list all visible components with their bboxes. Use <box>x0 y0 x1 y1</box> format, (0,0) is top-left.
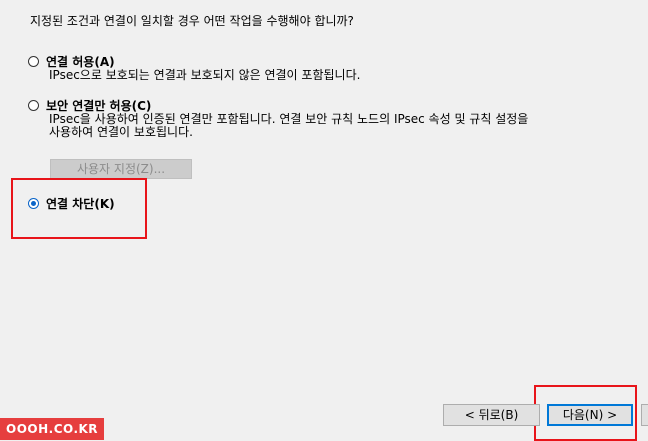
radio-allow-secure-only[interactable] <box>28 100 39 111</box>
wizard-question: 지정된 조건과 연결이 일치할 경우 어떤 작업을 수행해야 합니까? <box>30 14 354 28</box>
annotation-highlight-block-option <box>11 178 147 239</box>
next-button[interactable]: 다음(N) > <box>547 404 633 426</box>
partial-button[interactable] <box>641 404 648 426</box>
radio-allow-connection[interactable] <box>28 56 39 67</box>
option-allow-connection-description: IPsec으로 보호되는 연결과 보호되지 않은 연결이 포함됩니다. <box>49 68 361 82</box>
option-allow-secure-only-description-line2: 사용하여 연결이 보호됩니다. <box>49 125 193 139</box>
customize-button[interactable]: 사용자 지정(Z)... <box>50 159 192 179</box>
back-button[interactable]: < 뒤로(B) <box>443 404 540 426</box>
watermark-logo: OOOH.CO.KR <box>0 418 105 440</box>
